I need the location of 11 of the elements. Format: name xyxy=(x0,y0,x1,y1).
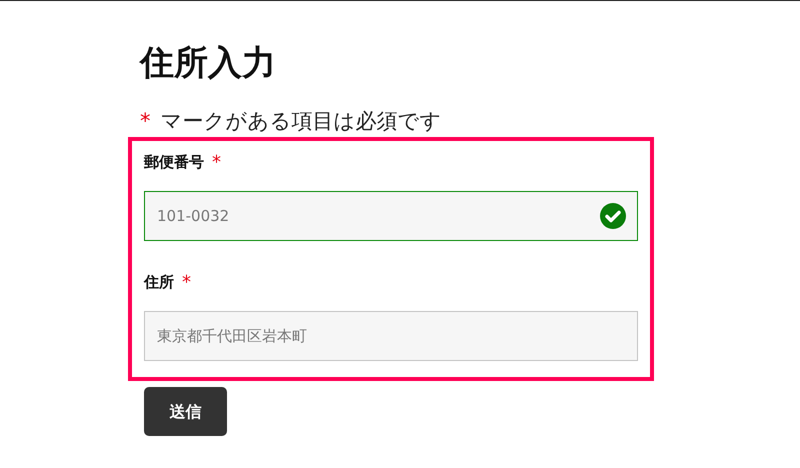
field-label: 郵便番号 xyxy=(144,152,204,173)
input-field[interactable]: 東京都千代田区岩本町 xyxy=(144,311,638,361)
required-asterisk: * xyxy=(182,270,191,294)
field-label: 住所 xyxy=(144,272,174,293)
required-note: マークがある項目は必須です xyxy=(160,108,442,135)
required-asterisk: * xyxy=(140,108,150,135)
page-title: 住所入力 xyxy=(140,42,276,85)
check-icon xyxy=(600,203,626,229)
required-asterisk: * xyxy=(212,150,221,174)
submit-button[interactable]: 送信 xyxy=(144,387,227,436)
input-field[interactable]: 101-0032 xyxy=(144,191,638,241)
